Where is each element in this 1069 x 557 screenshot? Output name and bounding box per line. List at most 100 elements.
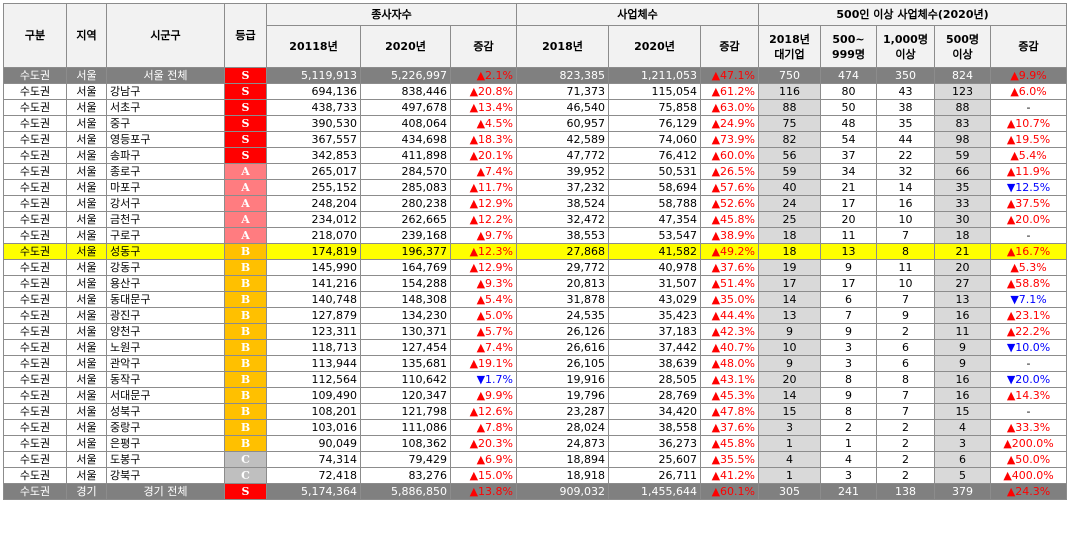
cell-biz-change: ▲61.2% — [700, 83, 759, 100]
cell-gubun: 수도권 — [3, 339, 67, 356]
cell-500-999: 21 — [820, 179, 877, 196]
cell-grade: B — [224, 387, 267, 404]
col-gubun: 구분 — [3, 3, 67, 68]
group-employees: 종사자수 — [266, 3, 517, 26]
table-row: 수도권 서울 강동구 B 145,990 164,769 ▲12.9% 29,772 40,97… — [3, 259, 1068, 276]
cell-emp-2018: 694,136 — [266, 83, 361, 100]
cell-region: 서울 — [66, 355, 107, 372]
cell-emp-2018: 113,944 — [266, 355, 361, 372]
table-row: 수도권 서울 용산구 B 141,216 154,288 ▲9.3% 20,813 31,507… — [3, 275, 1068, 292]
table-row: 수도권 서울 구로구 A 218,070 239,168 ▲9.7% 38,553 53,547… — [3, 227, 1068, 244]
cell-sigungu: 성북구 — [106, 403, 225, 420]
cell-500-plus: 16 — [934, 371, 991, 388]
cell-1000-plus: 7 — [876, 387, 935, 404]
cell-gubun: 수도권 — [3, 67, 67, 84]
table-row: 수도권 서울 중구 S 390,530 408,064 ▲4.5% 60,957 76,129 ▲… — [3, 115, 1068, 132]
cell-biz-2018: 38,524 — [516, 195, 609, 212]
cell-gubun: 수도권 — [3, 259, 67, 276]
cell-emp-2018: 72,418 — [266, 467, 361, 484]
cell-large-change: - — [989, 227, 1068, 244]
cell-biz-2020: 28,505 — [608, 371, 701, 388]
cell-emp-2020: 280,238 — [360, 195, 451, 212]
cell-500-999: 474 — [820, 67, 877, 84]
cell-sigungu: 양천구 — [106, 323, 225, 340]
cell-emp-2020: 434,698 — [360, 131, 451, 148]
cell-emp-2018: 5,174,364 — [266, 483, 361, 500]
cell-region: 서울 — [66, 67, 107, 84]
cell-500-plus: 6 — [934, 451, 991, 468]
cell-500-999: 50 — [820, 99, 877, 116]
cell-emp-change: ▲12.9% — [450, 195, 517, 212]
cell-emp-2018: 123,311 — [266, 323, 361, 340]
cell-1000-plus: 8 — [876, 243, 935, 260]
cell-500-plus: 13 — [934, 291, 991, 308]
cell-emp-change: ▲12.2% — [450, 211, 517, 228]
cell-region: 서울 — [66, 131, 107, 148]
cell-500-plus: 33 — [934, 195, 991, 212]
cell-large-2018: 10 — [758, 339, 821, 356]
cell-1000-plus: 7 — [876, 227, 935, 244]
table-row: 수도권 서울 송파구 S 342,853 411,898 ▲20.1% 47,772 76,41… — [3, 147, 1068, 164]
cell-grade: B — [224, 419, 267, 436]
cell-biz-change: ▲35.5% — [700, 451, 759, 468]
cell-biz-2020: 58,694 — [608, 179, 701, 196]
cell-emp-2018: 438,733 — [266, 99, 361, 116]
cell-emp-2018: 140,748 — [266, 291, 361, 308]
cell-large-2018: 750 — [758, 67, 821, 84]
cell-large-2018: 305 — [758, 483, 821, 500]
cell-500-plus: 4 — [934, 419, 991, 436]
cell-500-plus: 11 — [934, 323, 991, 340]
col-emp-2020: 2020년 — [360, 25, 451, 68]
cell-1000-plus: 16 — [876, 195, 935, 212]
cell-sigungu: 강남구 — [106, 83, 225, 100]
cell-sigungu: 종로구 — [106, 163, 225, 180]
col-grade: 등급 — [224, 3, 267, 68]
cell-biz-2020: 40,978 — [608, 259, 701, 276]
cell-emp-2020: 127,454 — [360, 339, 451, 356]
cell-large-2018: 82 — [758, 131, 821, 148]
cell-large-change: ▲33.3% — [989, 419, 1068, 436]
cell-500-999: 3 — [820, 467, 877, 484]
cell-500-999: 9 — [820, 387, 877, 404]
cell-region: 서울 — [66, 307, 107, 324]
cell-grade: S — [224, 115, 267, 132]
cell-grade: A — [224, 195, 267, 212]
table-row: 수도권 서울 동작구 B 112,564 110,642 ▼1.7% 19,916 28,505… — [3, 371, 1068, 388]
cell-emp-change: ▲20.3% — [450, 435, 517, 452]
cell-biz-2020: 31,507 — [608, 275, 701, 292]
cell-biz-2018: 32,472 — [516, 211, 609, 228]
cell-sigungu: 서초구 — [106, 99, 225, 116]
cell-large-change: ▲20.0% — [989, 211, 1068, 228]
cell-emp-2018: 367,557 — [266, 131, 361, 148]
cell-large-change: - — [989, 403, 1068, 420]
cell-grade: B — [224, 307, 267, 324]
cell-500-plus: 9 — [934, 355, 991, 372]
cell-large-change: ▲23.1% — [989, 307, 1068, 324]
cell-large-change: ▲24.3% — [989, 483, 1068, 500]
cell-gubun: 수도권 — [3, 227, 67, 244]
cell-sigungu: 서대문구 — [106, 387, 225, 404]
cell-biz-change: ▲48.0% — [700, 355, 759, 372]
cell-emp-2018: 103,016 — [266, 419, 361, 436]
col-500-plus: 500명 이상 — [934, 25, 991, 68]
cell-sigungu: 금천구 — [106, 211, 225, 228]
cell-emp-change: ▲2.1% — [450, 67, 517, 84]
cell-large-2018: 15 — [758, 403, 821, 420]
cell-sigungu: 노원구 — [106, 339, 225, 356]
cell-500-plus: 16 — [934, 387, 991, 404]
cell-large-2018: 18 — [758, 243, 821, 260]
cell-emp-2020: 284,570 — [360, 163, 451, 180]
cell-large-2018: 75 — [758, 115, 821, 132]
cell-emp-2020: 239,168 — [360, 227, 451, 244]
cell-large-change: ▼10.0% — [989, 339, 1068, 356]
cell-biz-2018: 28,024 — [516, 419, 609, 436]
table-row: 수도권 서울 금천구 A 234,012 262,665 ▲12.2% 32,472 47,35… — [3, 211, 1068, 228]
cell-biz-change: ▲57.6% — [700, 179, 759, 196]
cell-emp-2020: 411,898 — [360, 147, 451, 164]
table-row: 수도권 서울 관악구 B 113,944 135,681 ▲19.1% 26,105 38,63… — [3, 355, 1068, 372]
cell-large-change: ▲14.3% — [989, 387, 1068, 404]
table-row: 수도권 서울 광진구 B 127,879 134,230 ▲5.0% 24,535 35,423… — [3, 307, 1068, 324]
cell-1000-plus: 7 — [876, 403, 935, 420]
cell-emp-2020: 110,642 — [360, 371, 451, 388]
cell-biz-2018: 47,772 — [516, 147, 609, 164]
